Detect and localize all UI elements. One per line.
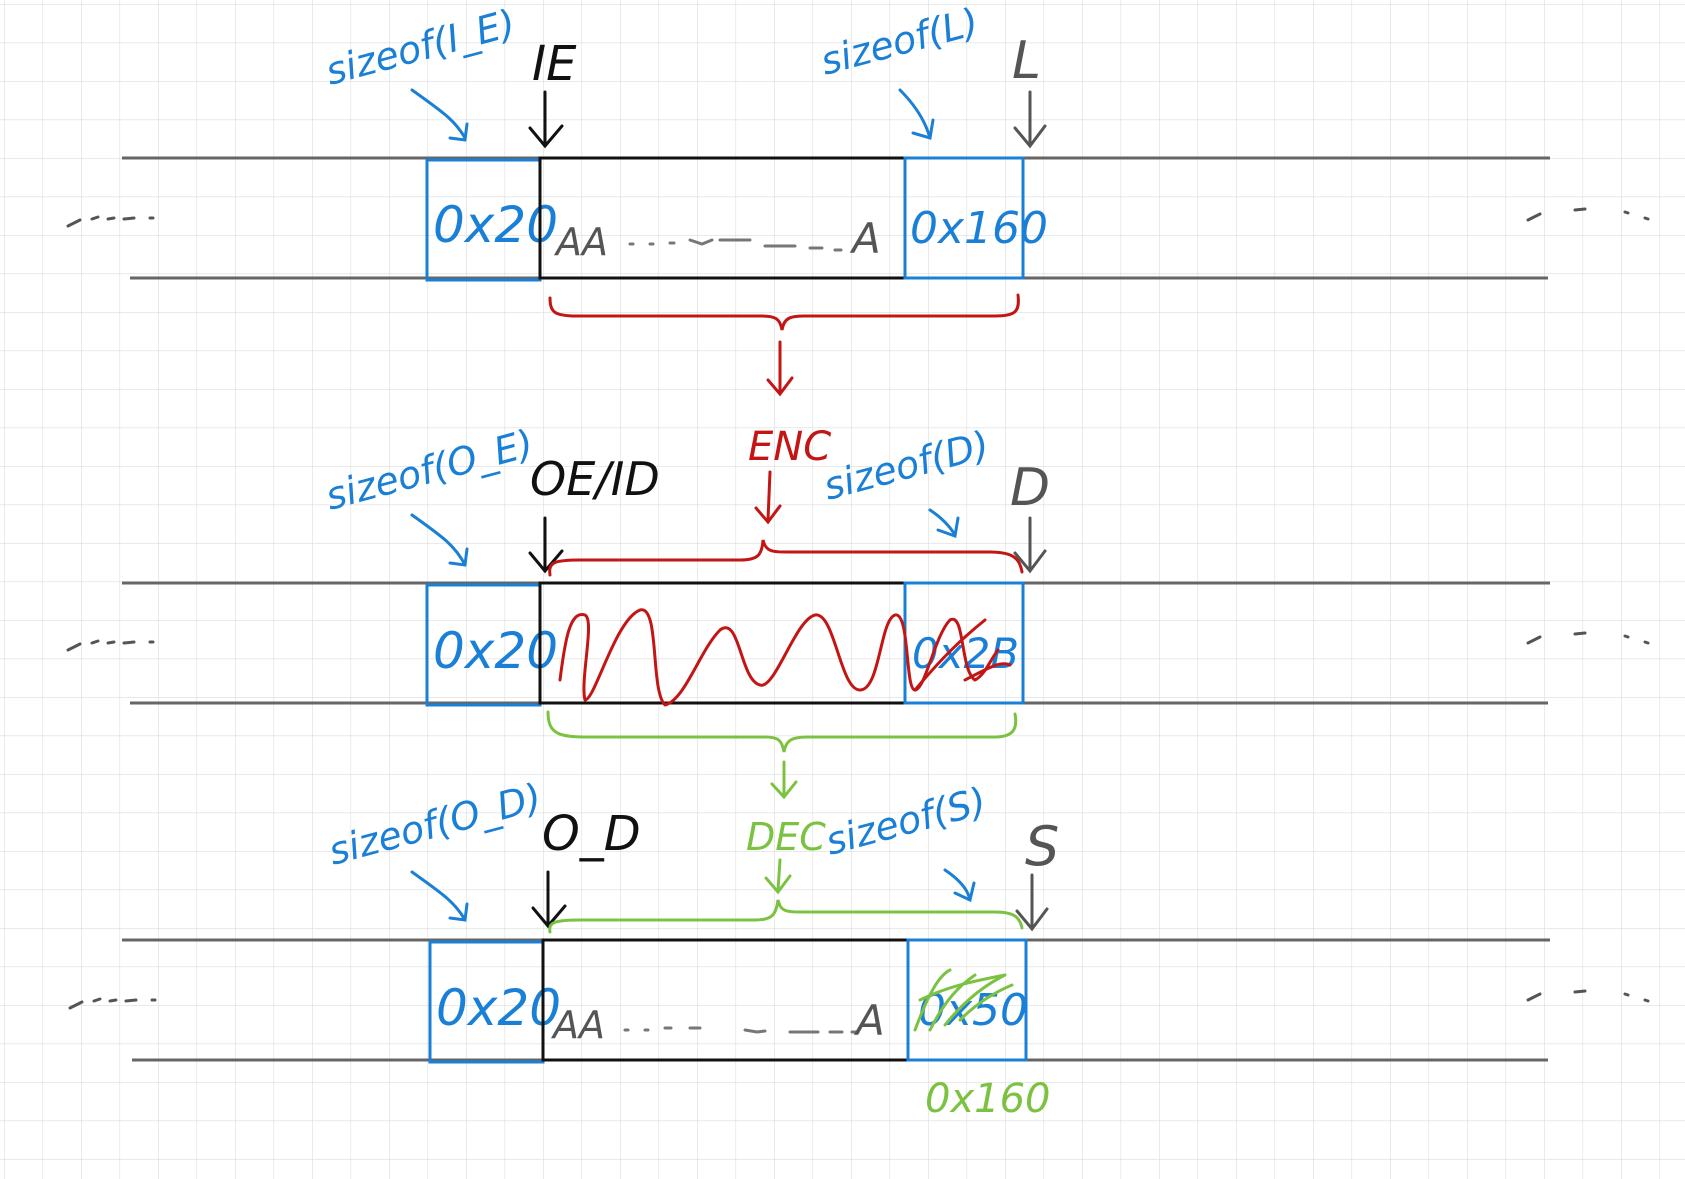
data-end-text: A bbox=[849, 214, 881, 263]
pointer-label: O_D bbox=[542, 806, 641, 862]
next-header-corrected: 0x160 bbox=[925, 1076, 1050, 1122]
right-pointer-label: S bbox=[1025, 815, 1059, 878]
grid-background bbox=[0, 0, 1685, 1179]
dec-label: DEC bbox=[746, 815, 826, 859]
right-pointer-label: L bbox=[1012, 31, 1041, 91]
pointer-label: IE bbox=[532, 36, 577, 92]
pointer-label: OE/ID bbox=[530, 452, 660, 506]
data-end-text: A bbox=[853, 996, 885, 1045]
data-start-text: AA bbox=[550, 1003, 605, 1047]
right-pointer-label: D bbox=[1010, 458, 1050, 518]
next-header-value: 0x160 bbox=[910, 203, 1048, 254]
enc-label: ENC bbox=[748, 424, 831, 470]
heap-overflow-diagram: 0x20 AA A 0x160 sizeof(I_E) IE sizeof(L)… bbox=[0, 0, 1685, 1179]
data-start-text: AA bbox=[553, 220, 608, 264]
